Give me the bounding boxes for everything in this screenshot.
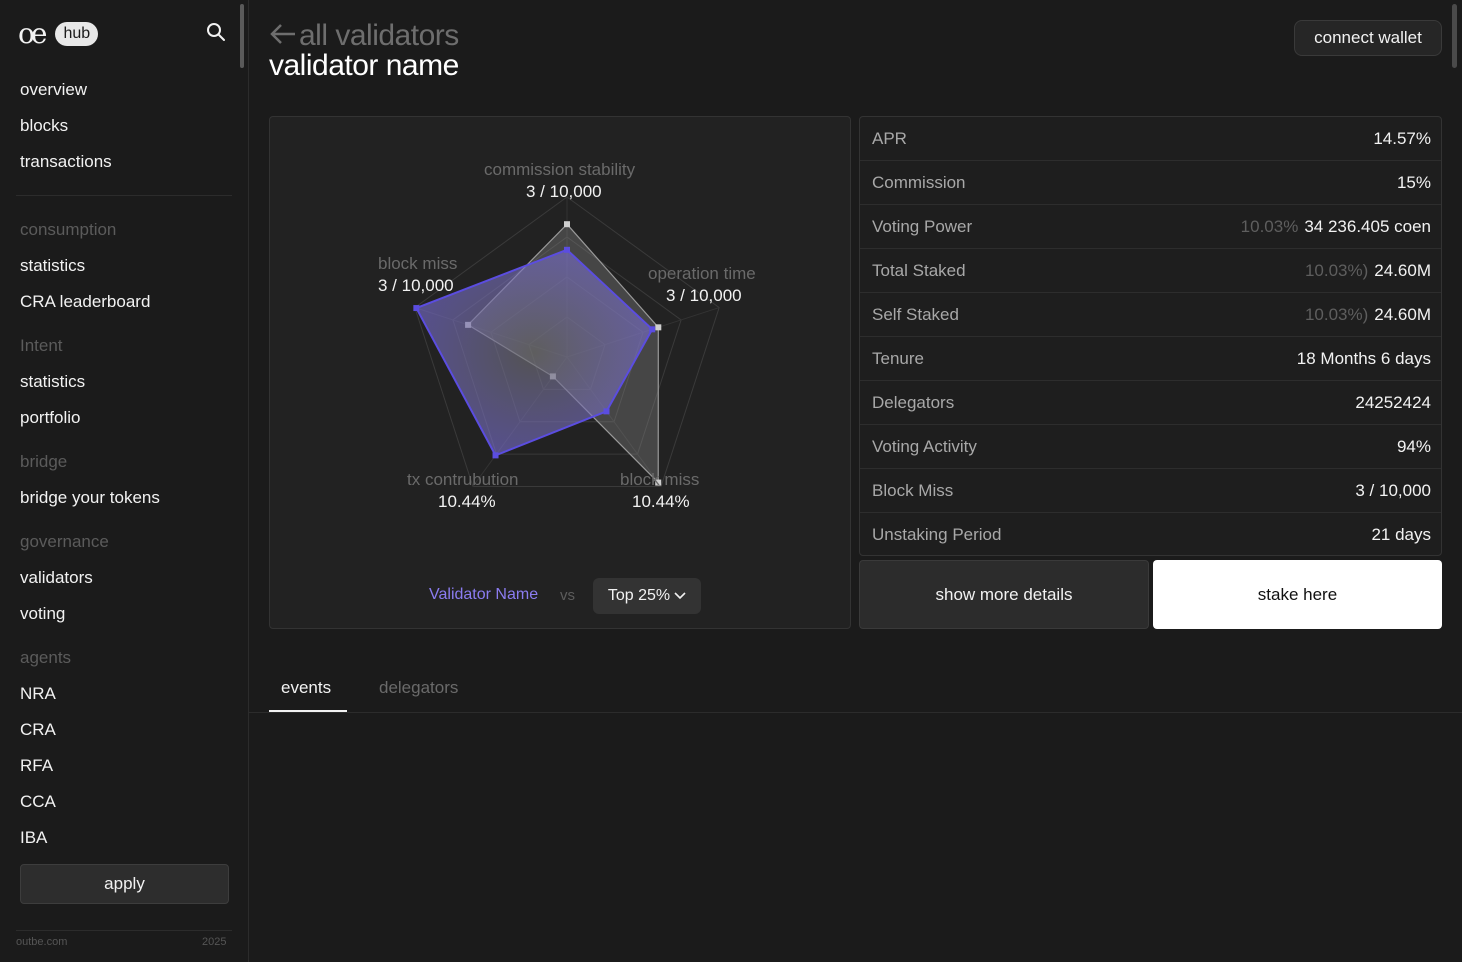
apply-button[interactable]: apply: [20, 864, 229, 904]
radar-validator-point-1: [564, 246, 570, 253]
legend-validator-name: Validator Name: [429, 586, 539, 603]
axis-label-commission-stability: commission stability: [484, 160, 636, 179]
sidebar-item-transactions[interactable]: transactions: [20, 151, 112, 173]
stake-here-button[interactable]: stake here: [1153, 560, 1442, 629]
stat-label: Self Staked: [872, 304, 959, 324]
stat-muted: 10.03%): [1304, 304, 1369, 324]
compare-dropdown-value: Top 25%: [607, 587, 671, 604]
sidebar-item-blocks[interactable]: blocks: [20, 115, 68, 137]
sidebar: oe hub overview blocks transactions cons…: [0, 0, 249, 962]
sidebar-item-bridge-tokens[interactable]: bridge your tokens: [20, 487, 160, 509]
sidebar-item-statistics[interactable]: statistics: [20, 255, 85, 277]
stat-row-voting-activity: Voting Activity 94%: [860, 425, 1441, 469]
stat-label: Commission: [872, 172, 966, 192]
stat-row-apr: APR 14.57%: [860, 117, 1441, 161]
sidebar-item-validators[interactable]: validators: [20, 567, 93, 589]
stat-row-unstaking-period: Unstaking Period 21 days: [860, 513, 1441, 555]
sidebar-item-portfolio[interactable]: portfolio: [20, 407, 80, 429]
sidebar-item-overview[interactable]: overview: [20, 79, 87, 101]
stat-label: Voting Activity: [872, 436, 977, 456]
stat-muted: 10.03%: [1240, 216, 1299, 236]
axis-label-tx-contribution: tx contrubution: [407, 470, 519, 489]
radar-validator-point-2: [649, 326, 656, 333]
logo-mark: oe: [18, 17, 48, 50]
search-icon[interactable]: [206, 22, 230, 46]
logo[interactable]: oe hub: [18, 17, 99, 50]
sidebar-section-agents: agents: [20, 648, 72, 667]
footer-divider: [16, 930, 232, 931]
axis-value-block-miss-right: 10.44%: [632, 492, 690, 511]
stat-label: Total Staked: [872, 260, 966, 280]
axis-value-commission-stability: 3 / 10,000: [526, 182, 602, 201]
radar-top-point-2: [655, 324, 662, 331]
chevron-down-icon: [670, 587, 686, 605]
compare-dropdown[interactable]: Top 25%: [593, 578, 701, 614]
stat-value: 34 236.405 coen: [1304, 216, 1431, 236]
axis-label-operation-time: operation time: [648, 264, 756, 283]
axis-value-tx-contribution: 10.44%: [438, 492, 496, 511]
stat-row-total-staked: Total Staked 10.03%) 24.60M: [860, 249, 1441, 293]
sidebar-section-bridge: bridge: [20, 452, 68, 471]
footer-year: 2025: [202, 936, 227, 948]
radar-validator-point-3: [603, 408, 610, 415]
radar-chart-card: commission stability 3 / 10,000 operatio…: [269, 116, 851, 629]
tab-delegators[interactable]: delegators: [379, 678, 458, 698]
stat-row-tenure: Tenure 18 Months 6 days: [860, 337, 1441, 381]
axis-label-block-miss-right: block miss: [620, 470, 700, 489]
footer-site-link[interactable]: outbe.com: [16, 936, 67, 948]
page-title: validator name: [269, 49, 459, 82]
sidebar-item-nra[interactable]: NRA: [20, 683, 56, 705]
stat-label: Delegators: [872, 392, 955, 412]
radar-validator-point-5: [413, 305, 420, 312]
sidebar-scrollbar[interactable]: [240, 4, 244, 68]
sidebar-item-voting[interactable]: voting: [20, 603, 65, 625]
stat-value: 24252424: [1355, 392, 1431, 412]
stat-label: Tenure: [872, 348, 924, 368]
connect-wallet-button[interactable]: connect wallet: [1294, 20, 1442, 56]
stat-value: 94%: [1396, 436, 1431, 456]
sidebar-section-intent: Intent: [20, 336, 63, 355]
stat-value: 15%: [1396, 172, 1431, 192]
sidebar-item-cca[interactable]: CCA: [20, 791, 56, 813]
stat-label: APR: [872, 128, 907, 148]
main-scrollbar[interactable]: [1452, 4, 1457, 68]
sidebar-item-iba[interactable]: IBA: [20, 827, 47, 849]
stat-value: 3 / 10,000: [1355, 480, 1431, 500]
stat-value: 14.57%: [1373, 128, 1431, 148]
sidebar-item-rfa[interactable]: RFA: [20, 755, 53, 777]
stat-row-delegators: Delegators 24252424: [860, 381, 1441, 425]
legend-vs: vs: [560, 587, 575, 604]
stat-label: Voting Power: [872, 216, 973, 236]
stat-label: Unstaking Period: [872, 525, 1002, 544]
tabs-divider: [249, 712, 1462, 713]
radar-validator-point-4: [492, 452, 499, 459]
axis-label-block-miss-left: block miss: [378, 254, 458, 273]
sidebar-divider: [16, 195, 232, 196]
tab-events[interactable]: events: [281, 678, 331, 698]
stat-value: 21 days: [1371, 525, 1431, 544]
stat-row-commission: Commission 15%: [860, 161, 1441, 205]
sidebar-item-intent-statistics[interactable]: statistics: [20, 371, 85, 393]
stat-value: 24.60M: [1374, 260, 1431, 280]
sidebar-section-consumption: consumption: [20, 220, 117, 239]
validator-stats-card: APR 14.57% Commission 15% Voting Power 1…: [859, 116, 1442, 556]
stat-muted: 10.03%): [1304, 260, 1369, 280]
axis-value-block-miss-left: 3 / 10,000: [378, 276, 454, 295]
stat-label: Block Miss: [872, 480, 954, 500]
stat-row-voting-power: Voting Power 10.03% 34 236.405 coen: [860, 205, 1441, 249]
hub-badge: hub: [55, 22, 99, 46]
stat-row-block-miss: Block Miss 3 / 10,000: [860, 469, 1441, 513]
sidebar-item-cra-leaderboard[interactable]: CRA leaderboard: [20, 291, 150, 313]
stat-value: 18 Months 6 days: [1296, 348, 1431, 368]
sidebar-item-cra[interactable]: CRA: [20, 719, 56, 741]
show-more-details-button[interactable]: show more details: [859, 560, 1149, 629]
axis-value-operation-time: 3 / 10,000: [666, 286, 742, 305]
stat-value: 24.60M: [1374, 304, 1431, 324]
stat-row-self-staked: Self Staked 10.03%) 24.60M: [860, 293, 1441, 337]
radar-top-point-1: [564, 221, 570, 228]
sidebar-section-governance: governance: [20, 532, 109, 551]
